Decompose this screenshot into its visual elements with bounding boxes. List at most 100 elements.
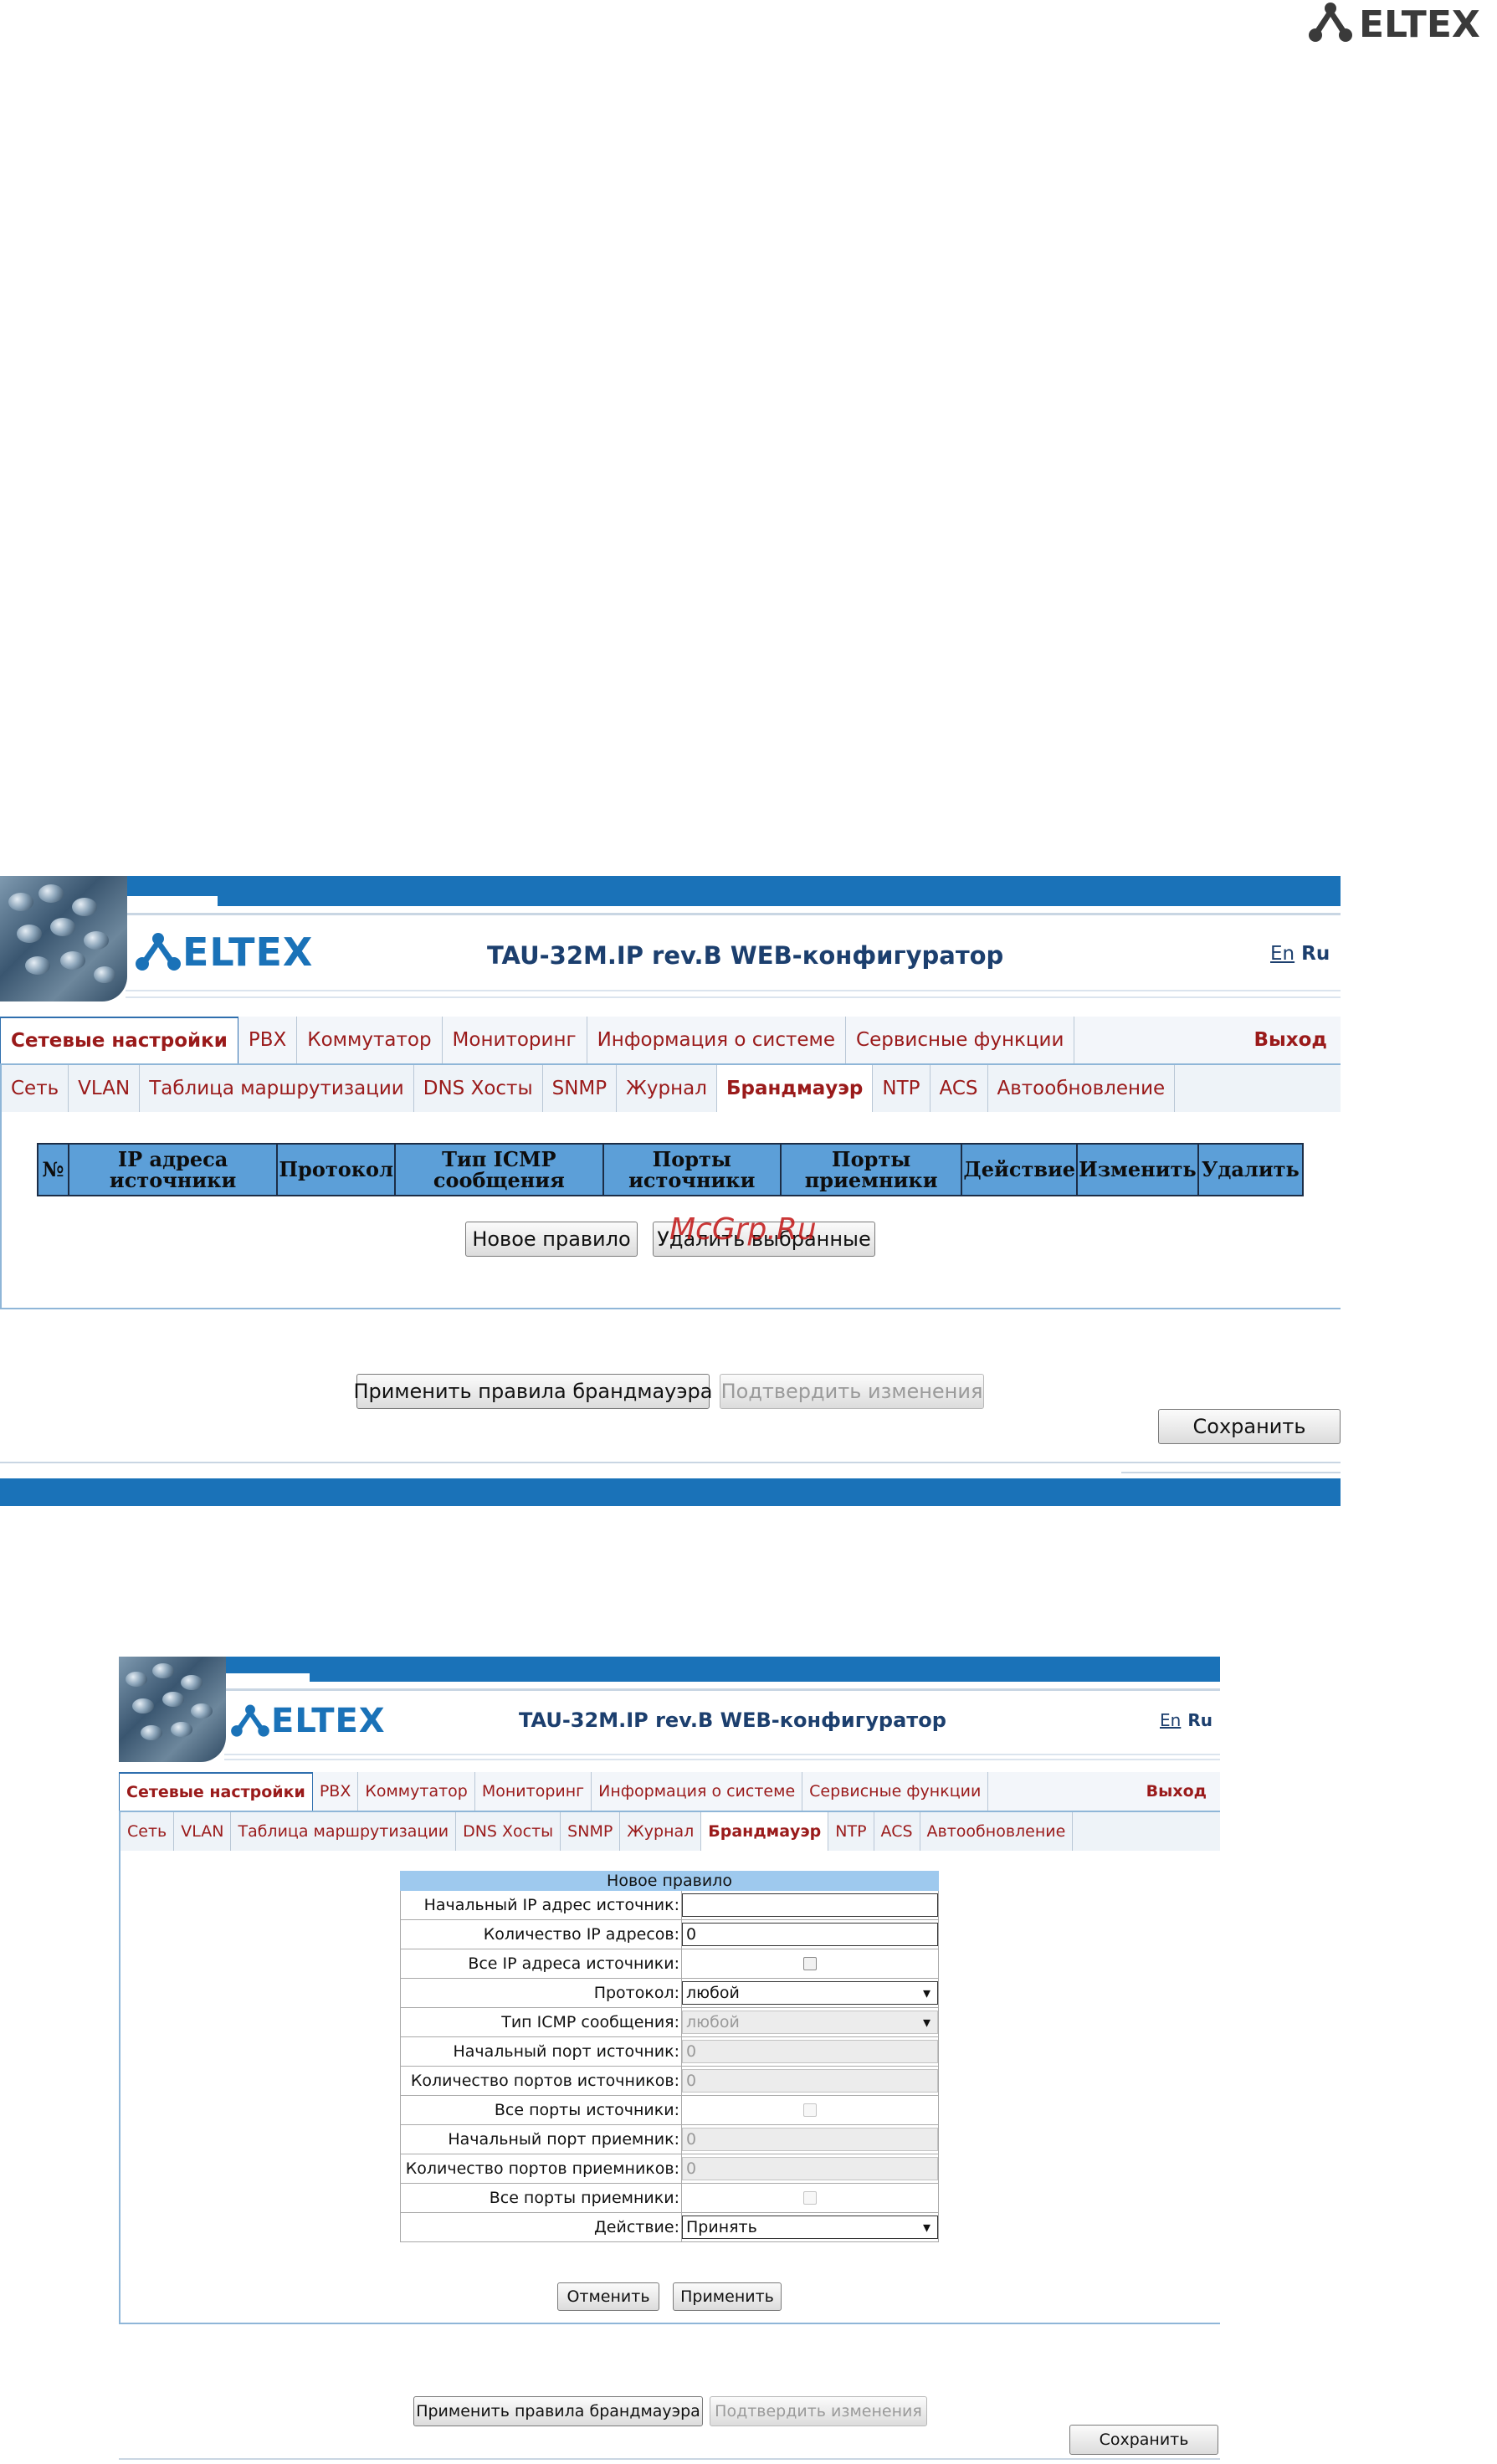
icmp-type-select: любой <box>682 2011 938 2034</box>
main-menu-2: Сетевые настройки PBX Коммутатор Монитор… <box>119 1772 1220 1811</box>
sub-menu-firewall-2[interactable]: Брандмауэр <box>701 1812 829 1851</box>
dest-port-count-input: 0 <box>682 2157 938 2180</box>
main-menu-switch-2[interactable]: Коммутатор <box>358 1772 475 1811</box>
sub-menu-vlan[interactable]: VLAN <box>69 1065 141 1112</box>
sub-menu: Сеть VLAN Таблица маршрутизации DNS Хост… <box>2 1065 1341 1112</box>
label-all-dest-ports: Все порты приемники: <box>400 2183 682 2213</box>
protocol-select[interactable]: любой <box>682 1981 938 2005</box>
form-row-all-source-ports: Все порты источники: <box>400 2095 939 2125</box>
page-eltex-logo: ELTEX <box>1304 0 1497 47</box>
col-edit: Изменить <box>1076 1143 1199 1196</box>
sub-menu-ntp[interactable]: NTP <box>873 1065 930 1112</box>
sub-menu-network[interactable]: Сеть <box>2 1065 69 1112</box>
main-menu-monitoring[interactable]: Мониторинг <box>443 1017 587 1063</box>
save-button[interactable]: Сохранить <box>1158 1409 1341 1444</box>
form-row-source-port-start: Начальный порт источник: 0 <box>400 2036 939 2067</box>
main-menu-system-info-2[interactable]: Информация о системе <box>592 1772 803 1811</box>
firewall-list-screen: ELTEX TAU-32M.IP rev.B WEB-конфигуратор … <box>0 876 1341 1506</box>
col-protocol: Протокол <box>276 1143 396 1196</box>
all-source-ips-checkbox[interactable] <box>803 1957 817 1970</box>
cancel-button[interactable]: Отменить <box>557 2282 659 2311</box>
sub-menu-ntp-2[interactable]: NTP <box>828 1812 874 1851</box>
label-dest-port-start: Начальный порт приемник: <box>400 2124 682 2154</box>
sub-menu-snmp[interactable]: SNMP <box>543 1065 618 1112</box>
main-menu-system-info[interactable]: Информация о системе <box>587 1017 847 1063</box>
source-ip-start-input[interactable] <box>682 1893 938 1917</box>
logout-link[interactable]: Выход <box>1240 1017 1341 1063</box>
label-source-port-start: Начальный порт источник: <box>400 2036 682 2067</box>
save-button-2[interactable]: Сохранить <box>1069 2425 1218 2455</box>
form-row-ip-count: Количество IP адресов: 0 <box>400 1919 939 1949</box>
apply-firewall-button-2[interactable]: Применить правила брандмауэра <box>413 2396 703 2426</box>
header-photo <box>0 876 127 1001</box>
all-dest-ports-checkbox <box>803 2191 817 2205</box>
sub-menu-vlan-2[interactable]: VLAN <box>174 1812 232 1851</box>
form-row-protocol: Протокол: любой <box>400 1978 939 2008</box>
header-top-band-2 <box>119 1657 1220 1682</box>
eltex-logo-icon-2 <box>231 1704 269 1737</box>
header-photo-2 <box>119 1657 226 1762</box>
main-menu-service[interactable]: Сервисные функции <box>846 1017 1075 1063</box>
sub-menu-autoupdate-2[interactable]: Автообновление <box>920 1812 1074 1851</box>
source-port-start-input: 0 <box>682 2040 938 2063</box>
sub-menu-dns[interactable]: DNS Хосты <box>414 1065 543 1112</box>
sub-menu-routing[interactable]: Таблица маршрутизации <box>140 1065 414 1112</box>
col-delete: Удалить <box>1197 1143 1305 1196</box>
main-menu-service-2[interactable]: Сервисные функции <box>802 1772 989 1811</box>
language-switch: En Ru <box>1270 943 1330 965</box>
lang-ru-link[interactable]: Ru <box>1301 943 1330 965</box>
sub-menu-acs[interactable]: ACS <box>930 1065 988 1112</box>
label-action: Действие: <box>400 2212 682 2242</box>
label-protocol: Протокол: <box>400 1978 682 2008</box>
lang-en-link-2[interactable]: En <box>1160 1710 1181 1730</box>
col-source-ip: IP адреса источники <box>67 1143 279 1196</box>
dest-port-start-input: 0 <box>682 2128 938 2151</box>
col-source-ports: Порты источники <box>602 1143 782 1196</box>
source-port-count-input: 0 <box>682 2069 938 2093</box>
sub-menu-dns-2[interactable]: DNS Хосты <box>456 1812 561 1851</box>
apply-button[interactable]: Применить <box>673 2282 782 2311</box>
col-action: Действие <box>961 1143 1079 1196</box>
sub-menu-log[interactable]: Журнал <box>617 1065 717 1112</box>
firewall-rules-table: № IP адреса источники Протокол Тип ICMP … <box>37 1143 1305 1196</box>
main-menu-switch[interactable]: Коммутатор <box>297 1017 443 1063</box>
label-source-ip-start: Начальный IP адрес источник: <box>400 1890 682 1920</box>
app-logo-text: ELTEX <box>182 930 314 975</box>
main-menu: Сетевые настройки PBX Коммутатор Монитор… <box>0 1017 1341 1063</box>
main-menu-network-2[interactable]: Сетевые настройки <box>119 1772 313 1811</box>
label-dest-port-count: Количество портов приемников: <box>400 2154 682 2184</box>
sub-menu-network-2[interactable]: Сеть <box>120 1812 175 1851</box>
watermark-text: McGrp.Ru <box>669 1212 817 1247</box>
ip-count-input[interactable]: 0 <box>682 1923 938 1946</box>
logout-link-2[interactable]: Выход <box>1133 1772 1220 1811</box>
lang-ru-link-2[interactable]: Ru <box>1187 1710 1212 1730</box>
form-row-dest-port-start: Начальный порт приемник: 0 <box>400 2124 939 2154</box>
lang-en-link[interactable]: En <box>1270 943 1294 965</box>
col-dest-ports: Порты приемники <box>779 1143 963 1196</box>
new-rule-form: Новое правило Начальный IP адрес источни… <box>400 1871 939 2242</box>
sub-menu-snmp-2[interactable]: SNMP <box>561 1812 621 1851</box>
form-row-all-dest-ports: Все порты приемники: <box>400 2183 939 2213</box>
sub-menu-firewall[interactable]: Брандмауэр <box>716 1065 874 1112</box>
form-row-action: Действие: Принять <box>400 2212 939 2242</box>
eltex-logo-icon <box>136 933 181 971</box>
app-logo-2: ELTEX <box>229 1702 386 1740</box>
main-menu-pbx[interactable]: PBX <box>238 1017 298 1063</box>
sub-menu-autoupdate[interactable]: Автообновление <box>988 1065 1176 1112</box>
main-menu-monitoring-2[interactable]: Мониторинг <box>475 1772 592 1811</box>
new-rule-button[interactable]: Новое правило <box>465 1222 638 1257</box>
main-menu-network[interactable]: Сетевые настройки <box>0 1017 238 1063</box>
page-logo-text: ELTEX <box>1359 3 1480 46</box>
sub-menu-routing-2[interactable]: Таблица маршрутизации <box>231 1812 457 1851</box>
form-row-all-source-ips: Все IP адреса источники: <box>400 1949 939 1979</box>
action-select[interactable]: Принять <box>682 2216 938 2239</box>
sub-menu-acs-2[interactable]: ACS <box>874 1812 920 1851</box>
apply-firewall-button[interactable]: Применить правила брандмауэра <box>354 1374 713 1409</box>
app-logo: ELTEX <box>134 930 313 975</box>
main-menu-pbx-2[interactable]: PBX <box>313 1772 359 1811</box>
sub-menu-log-2[interactable]: Журнал <box>620 1812 702 1851</box>
app-title: TAU-32M.IP rev.B WEB-конфигуратор <box>487 941 1004 970</box>
all-source-ports-checkbox <box>803 2103 817 2117</box>
label-icmp-type: Тип ICMP сообщения: <box>400 2007 682 2037</box>
col-number: № <box>37 1143 69 1196</box>
